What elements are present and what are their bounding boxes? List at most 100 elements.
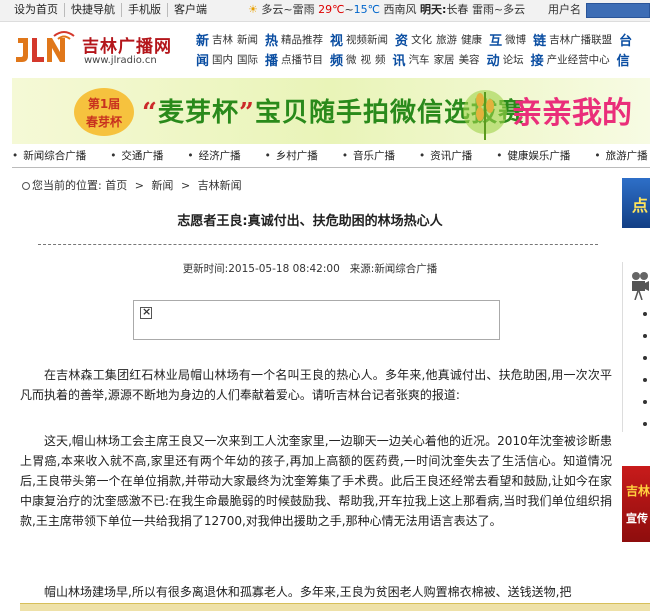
channel-rural[interactable]: 乡村广播 — [265, 148, 318, 164]
rail-list-bullet[interactable] — [643, 400, 647, 404]
nav-item-culture[interactable]: 文化 — [411, 32, 432, 47]
site-url: www.jlradio.cn — [84, 55, 157, 66]
top-bar: 设为首页 快捷导航 手机版 客户端 ☀ 多云~雷雨 29℃~15℃ 西南风 明天… — [0, 0, 650, 22]
nav-item-weibo[interactable]: 微博 — [505, 32, 526, 47]
nav-row-1: 新 吉林 新闻 热 精品推荐 视 视频新闻 资 文化 旅游 健康 互 微博 链 … — [196, 30, 650, 49]
nav-head-hu: 互 — [489, 34, 503, 49]
weather-condition: 多云~雷雨 — [261, 3, 315, 16]
nav-item-home[interactable]: 家居 — [434, 52, 455, 67]
channel-divider — [12, 167, 650, 168]
rail-list-bullet[interactable] — [643, 312, 647, 316]
mobile-version-link[interactable]: 手机版 — [122, 3, 168, 17]
nav-item-featured[interactable]: 精品推荐 — [281, 32, 323, 47]
article-meta: 更新时间:2015-05-18 08:42:00 来源:新闻综合广播 — [20, 261, 600, 276]
bottom-bar — [20, 603, 650, 611]
source-value: 新闻综合广播 — [374, 263, 438, 275]
weather-high-temp: 29℃ — [318, 3, 345, 16]
nav-item-shi[interactable]: 视 — [361, 52, 372, 67]
weather-widget: ☀ 多云~雷雨 29℃~15℃ 西南风 明天:长春 雷雨~多云 — [248, 3, 525, 17]
channel-traffic[interactable]: 交通广播 — [110, 148, 163, 164]
rail-list-bullet[interactable] — [643, 422, 647, 426]
channel-travel[interactable]: 旅游广播 — [594, 148, 648, 164]
nav-item-news[interactable]: 新闻 — [237, 32, 258, 47]
article-paragraph-1: 在吉林森工集团红石林业局帽山林场有一个名叫王良的热心人。多年来,他真诚付出、扶危… — [20, 368, 612, 402]
client-app-link[interactable]: 客户端 — [168, 3, 213, 17]
channel-music[interactable]: 音乐广播 — [342, 148, 395, 164]
jlradio-logo-icon[interactable] — [14, 30, 76, 66]
nav-head-dong: 动 — [486, 54, 500, 69]
rail-video-list — [622, 262, 650, 432]
nav-item-forum[interactable]: 论坛 — [503, 52, 524, 67]
nav-item-jilin[interactable]: 吉林 — [212, 32, 233, 47]
site-header: 吉林广播网 www.jlradio.cn 新 吉林 新闻 热 精品推荐 视 视频… — [0, 26, 650, 70]
nav-item-auto[interactable]: 汽车 — [409, 52, 430, 67]
rail-list-bullet[interactable] — [643, 378, 647, 382]
nav-head-xin: 新 — [196, 34, 210, 49]
nav-group-news: 新 吉林 新闻 — [196, 30, 262, 49]
nav-item-wei[interactable]: 微 — [346, 52, 357, 67]
nav-item-beauty[interactable]: 美容 — [459, 52, 480, 67]
main-nav: 新 吉林 新闻 热 精品推荐 视 视频新闻 资 文化 旅游 健康 互 微博 链 … — [196, 30, 650, 69]
article-paragraph-2: 这天,帽山林场工会主席王良又一次来到工人沈奎家里,一边聊天一边关心着他的近况。2… — [20, 434, 612, 528]
rail-list-bullet[interactable] — [643, 334, 647, 338]
set-homepage-link[interactable]: 设为首页 — [8, 3, 65, 17]
nav-head-tai: 台 — [619, 34, 633, 49]
badge-line1: 第1届 — [88, 96, 120, 111]
source-label: 来源: — [349, 263, 375, 275]
nav-item-international[interactable]: 国际 — [237, 52, 258, 67]
nav-group-xun: 讯 汽车 家居 美容 — [393, 50, 484, 69]
nav-group-video: 视 视频新闻 — [330, 30, 392, 49]
weather-tomorrow-city: 长春 — [446, 3, 469, 16]
rail-ad-top-char: 点 — [632, 196, 649, 215]
nav-item-on-demand[interactable]: 点播节目 — [281, 52, 323, 67]
nav-item-video-news[interactable]: 视频新闻 — [346, 32, 388, 47]
rail-ad-bottom-line1: 吉林 — [626, 484, 650, 498]
channel-economy[interactable]: 经济广播 — [187, 148, 241, 164]
nav-head-pin: 频 — [330, 54, 344, 69]
contest-banner[interactable]: 第1届 春芽杯 “麦芽杯”宝贝随手拍微信选拔赛 亲亲我的 — [12, 78, 650, 144]
nav-item-alliance[interactable]: 吉林广播联盟 — [549, 32, 612, 47]
video-camera-icon — [632, 272, 649, 300]
nav-group-links: 链 吉林广播联盟 — [533, 30, 616, 49]
nav-row-2: 闻 国内 国际 播 点播节目 频 微 视 频 讯 汽车 家居 美容 动 论坛 接… — [196, 50, 650, 69]
nav-item-business-center[interactable]: 产业经营中心 — [547, 52, 610, 67]
weather-low-temp: 15℃ — [353, 3, 381, 16]
breadcrumb: 您当前的位置: 首页 > 新闻 > 吉林新闻 — [22, 177, 242, 193]
breadcrumb-jilin-news[interactable]: 吉林新闻 — [198, 179, 242, 192]
username-input[interactable] — [586, 3, 650, 18]
weather-wind: 西南风 — [383, 3, 417, 16]
channel-health[interactable]: 健康娱乐广播 — [496, 148, 570, 164]
nav-head-lian: 链 — [533, 34, 547, 49]
rail-ad-top[interactable]: 点 — [622, 178, 650, 228]
rail-ad-bottom-line2: 宣传 — [626, 512, 648, 525]
nav-item-travel[interactable]: 旅游 — [436, 32, 457, 47]
weather-tomorrow-label: 明天: — [420, 3, 447, 16]
nav-item-domestic[interactable]: 国内 — [212, 52, 233, 67]
media-player[interactable] — [133, 300, 500, 340]
nav-group-tai: 台 — [619, 30, 635, 49]
nav-item-pin[interactable]: 频 — [375, 52, 386, 67]
nav-head-zi: 资 — [395, 34, 409, 49]
channel-bar: 新闻综合广播 交通广播 经济广播 乡村广播 音乐广播 资讯广播 健康娱乐广播 旅… — [12, 148, 650, 164]
weather-cloudy-icon: ☀ — [248, 3, 258, 16]
quick-nav-link[interactable]: 快捷导航 — [65, 3, 122, 17]
breadcrumb-prefix: 您当前的位置: — [32, 179, 102, 192]
channel-info[interactable]: 资讯广播 — [419, 148, 472, 164]
rail-list-bullet[interactable] — [643, 356, 647, 360]
nav-head-xin2: 信 — [616, 54, 630, 69]
breadcrumb-home[interactable]: 首页 — [105, 179, 127, 192]
updated-value: 2015-05-18 08:42:00 — [228, 263, 340, 275]
location-pin-icon — [22, 182, 30, 190]
channel-news[interactable]: 新闻综合广播 — [12, 148, 86, 164]
nav-head-jie: 接 — [530, 54, 544, 69]
nav-head-wen: 闻 — [196, 54, 210, 69]
article-title: 志愿者王良:真诚付出、扶危助困的林场热心人 — [177, 214, 443, 229]
site-name[interactable]: 吉林广播网 — [82, 32, 172, 57]
weather-range-sep: ~ — [344, 3, 354, 16]
breadcrumb-news[interactable]: 新闻 — [151, 179, 173, 192]
nav-item-health[interactable]: 健康 — [461, 32, 482, 47]
nav-group-xin2: 信 — [617, 50, 633, 69]
nav-group-broadcast: 播 点播节目 — [265, 50, 327, 69]
banner-slogan: 亲亲我的 — [512, 96, 632, 131]
rail-ad-bottom[interactable]: 吉林 宣传 — [622, 466, 650, 542]
